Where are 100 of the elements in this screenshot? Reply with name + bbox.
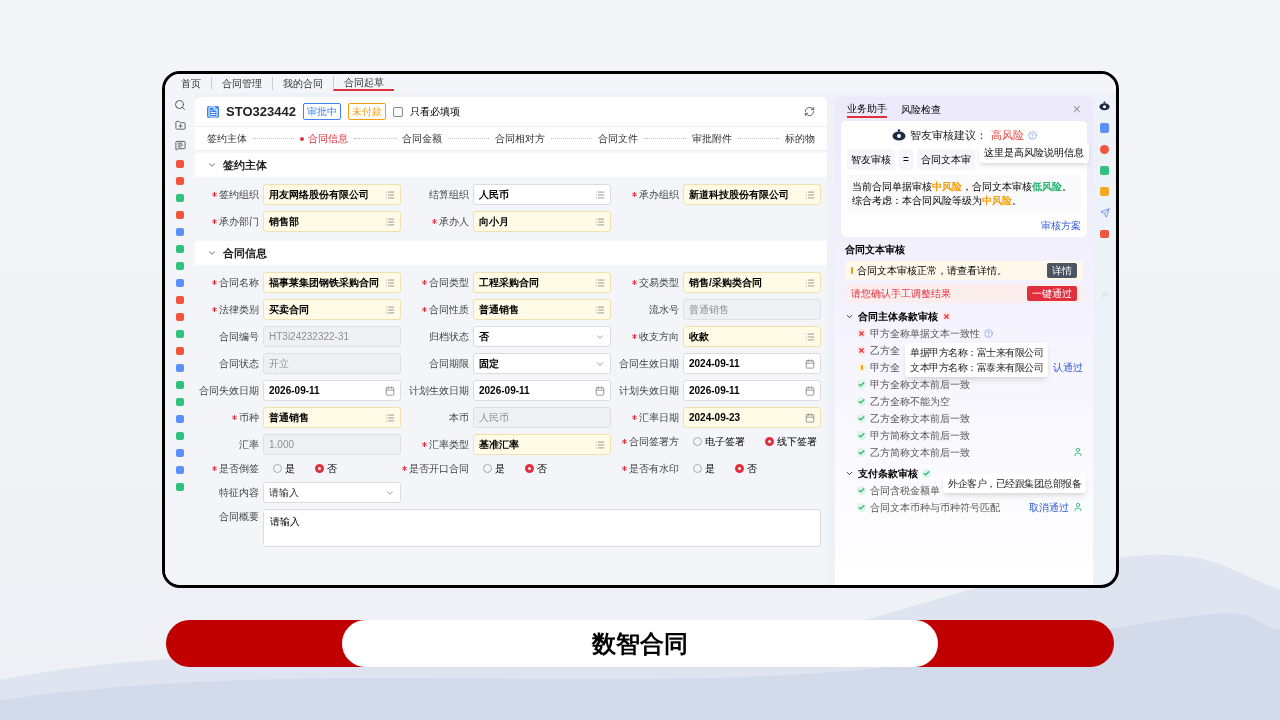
search-icon[interactable] — [174, 99, 186, 111]
robot-icon — [891, 129, 906, 142]
lookup-field[interactable]: 工程采购合同 — [473, 272, 611, 293]
textarea-field[interactable]: 请输入 — [263, 509, 821, 547]
action-link[interactable]: 取消通过 — [1029, 499, 1069, 515]
person-icon[interactable] — [1073, 447, 1083, 457]
app-icon[interactable] — [176, 313, 184, 321]
field-label: 合同编号 — [219, 330, 259, 344]
radio-option[interactable]: 线下签署 — [765, 434, 817, 449]
expand-icon[interactable] — [1099, 290, 1110, 300]
date-field[interactable]: 2026-09-11 — [263, 380, 401, 401]
app-icon[interactable] — [176, 245, 184, 253]
app-icon[interactable] — [176, 228, 184, 236]
select-field[interactable]: 请输入 — [263, 482, 401, 503]
app-icon[interactable] — [176, 449, 184, 457]
approve-all-button[interactable]: 一键通过 — [1027, 285, 1077, 301]
lookup-field[interactable]: 福事莱集团钢铁采购合同 — [263, 272, 401, 293]
field-value: 普通销售 — [479, 303, 519, 317]
field-value: 工程采购合同 — [479, 276, 539, 290]
step-tab[interactable]: 合同文件 — [598, 131, 639, 146]
nav-tab[interactable]: 我的合同 — [272, 77, 333, 90]
app-icon[interactable] — [1100, 145, 1109, 154]
app-icon[interactable] — [176, 364, 184, 372]
date-field[interactable]: 2024-09-11 — [683, 353, 821, 374]
lookup-field[interactable]: 买卖合同 — [263, 299, 401, 320]
send-icon[interactable] — [1099, 208, 1110, 218]
radio-option[interactable]: 是 — [483, 461, 505, 476]
help-icon[interactable] — [984, 328, 993, 338]
checkbox[interactable] — [392, 106, 403, 117]
folder-icon[interactable] — [174, 120, 186, 131]
app-icon[interactable] — [176, 296, 184, 304]
lookup-field[interactable]: 人民币 — [473, 184, 611, 205]
field-value: 请输入 — [269, 486, 299, 500]
app-icon[interactable] — [1100, 166, 1109, 175]
app-icon[interactable] — [176, 211, 184, 219]
lookup-field[interactable]: 销售/采购类合同 — [683, 272, 821, 293]
radio-option[interactable]: 是 — [693, 461, 715, 476]
app-icon[interactable] — [1100, 123, 1109, 133]
step-tab[interactable]: 签约主体 — [207, 131, 247, 146]
review-plan-link[interactable]: 审核方案 — [1041, 217, 1081, 233]
app-icon[interactable] — [176, 483, 184, 491]
panel-tab[interactable]: 业务助手 — [847, 100, 887, 118]
nav-tab[interactable]: 合同起草 — [333, 76, 394, 91]
calendar-icon — [385, 385, 395, 396]
app-icon[interactable] — [176, 432, 184, 440]
details-button[interactable]: 详情 — [1047, 262, 1077, 278]
app-icon[interactable] — [176, 330, 184, 338]
lookup-field[interactable]: 销售部 — [263, 211, 401, 232]
person-icon[interactable] — [1073, 502, 1083, 512]
tooltip: 这里是高风险说明信息 — [978, 141, 1089, 163]
app-icon[interactable] — [1100, 230, 1109, 238]
field-value: 人民币 — [479, 411, 509, 425]
check-item: 甲方全称单据文本一致性 — [870, 326, 980, 341]
chat-icon[interactable] — [174, 140, 186, 151]
app-icon[interactable] — [176, 415, 184, 423]
refresh-icon[interactable] — [804, 106, 815, 117]
nav-tab[interactable]: 首页 — [171, 77, 211, 90]
check-item: 合同文本币种与币种符号匹配 — [870, 500, 1000, 515]
step-tab[interactable]: 合同金额 — [401, 131, 442, 146]
lookup-field[interactable]: 收款 — [683, 326, 821, 347]
radio-option[interactable]: 是 — [273, 461, 295, 476]
step-tab[interactable]: 合同信息 — [300, 131, 349, 146]
app-icon[interactable] — [176, 466, 184, 474]
app-icon[interactable] — [176, 160, 184, 168]
field-label: 收支方向 — [639, 330, 679, 344]
action-link[interactable]: 认通过 — [1053, 359, 1083, 375]
step-tab[interactable]: 合同相对方 — [495, 131, 545, 146]
radio-option[interactable]: 否 — [735, 461, 757, 476]
radio-option[interactable]: 否 — [525, 461, 547, 476]
app-icon[interactable] — [1100, 187, 1109, 196]
select-field[interactable]: 固定 — [473, 353, 611, 374]
app-icon[interactable] — [176, 279, 184, 287]
lookup-field[interactable]: 用友网络股份有限公司 — [263, 184, 401, 205]
lookup-field[interactable]: 基准汇率 — [473, 434, 611, 455]
app-icon[interactable] — [176, 177, 184, 185]
lookup-field[interactable]: 向小月 — [473, 211, 611, 232]
lookup-field[interactable]: 普通销售 — [473, 299, 611, 320]
help-icon[interactable] — [1027, 130, 1037, 140]
app-icon[interactable] — [176, 381, 184, 389]
lookup-field[interactable]: 新道科技股份有限公司 — [683, 184, 821, 205]
app-icon[interactable] — [176, 347, 184, 355]
select-field[interactable]: 否 — [473, 326, 611, 347]
chevron-icon[interactable] — [207, 160, 217, 170]
panel-tab[interactable]: 风险检查 — [901, 101, 941, 117]
app-icon[interactable] — [176, 262, 184, 270]
chevron-icon[interactable] — [207, 248, 217, 258]
radio-option[interactable]: 否 — [315, 461, 337, 476]
robot-icon[interactable] — [1099, 101, 1110, 111]
step-tab[interactable]: 审批附件 — [691, 131, 732, 146]
date-field[interactable]: 2026-09-11 — [473, 380, 611, 401]
nav-tab[interactable]: 合同管理 — [211, 77, 272, 90]
required-icon — [632, 415, 637, 420]
app-icon[interactable] — [176, 194, 184, 202]
lookup-field[interactable]: 普通销售 — [263, 407, 401, 428]
step-tab[interactable]: 标的物 — [784, 131, 815, 146]
app-icon[interactable] — [176, 398, 184, 406]
date-field[interactable]: 2024-09-23 — [683, 407, 821, 428]
risk-level: 中风险 — [932, 180, 962, 192]
radio-option[interactable]: 电子签署 — [693, 434, 745, 449]
date-field[interactable]: 2026-09-11 — [683, 380, 821, 401]
